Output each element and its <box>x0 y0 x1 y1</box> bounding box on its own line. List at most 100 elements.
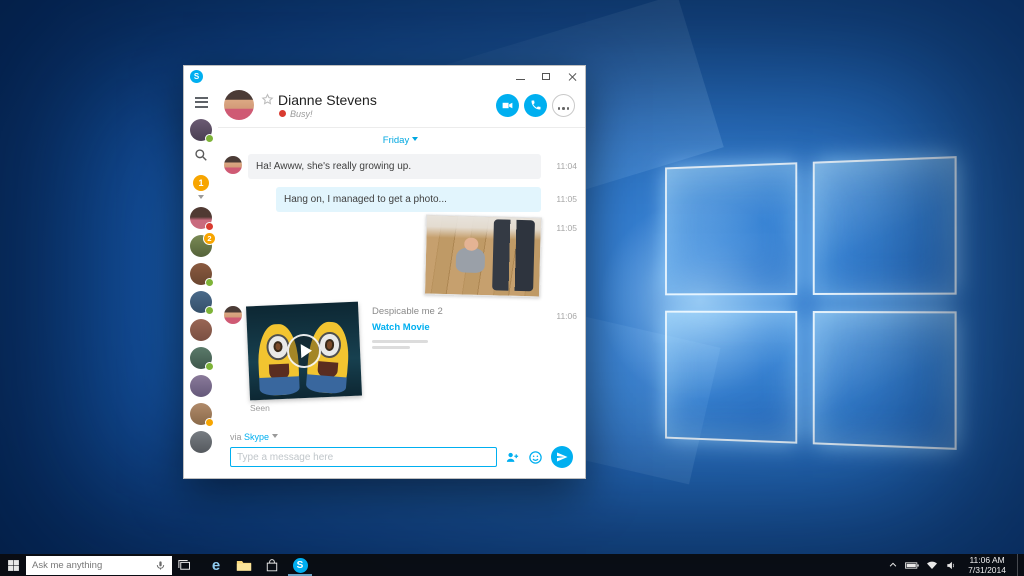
via-selector[interactable]: via Skype <box>218 430 585 445</box>
video-camera-icon <box>501 99 514 112</box>
close-button[interactable] <box>559 66 585 86</box>
skype-window: S 1 <box>183 65 586 479</box>
taskbar-apps: e S <box>204 554 312 576</box>
volume-indicator[interactable] <box>945 560 957 571</box>
maximize-button[interactable] <box>533 66 559 86</box>
message-bubble: Ha! Awww, she's really growing up. <box>248 154 541 179</box>
message-input[interactable] <box>230 447 497 467</box>
more-options-button[interactable] <box>552 94 575 117</box>
contact-avatar-selected[interactable] <box>190 207 212 229</box>
video-call-button[interactable] <box>496 94 519 117</box>
taskbar-file-explorer-icon[interactable] <box>232 554 256 576</box>
clock-date: 7/31/2014 <box>968 565 1006 575</box>
via-service: Skype <box>244 432 269 442</box>
contact-avatar[interactable] <box>224 156 242 174</box>
add-participant-button[interactable] <box>505 450 520 465</box>
windows-logo-pane <box>813 156 957 295</box>
search-button[interactable] <box>194 148 208 167</box>
send-button[interactable] <box>551 446 573 468</box>
menu-button[interactable] <box>195 90 208 116</box>
contact-identity: Dianne Stevens Busy! <box>261 92 377 119</box>
shared-photo[interactable] <box>424 214 542 297</box>
contact-avatar[interactable] <box>190 431 212 453</box>
unread-count-badge[interactable]: 1 <box>193 175 209 191</box>
taskbar-edge-icon[interactable]: e <box>204 554 228 576</box>
media-card-info: Despicable me 2 Watch Movie <box>372 304 443 413</box>
conversation-header: Dianne Stevens Busy! <box>218 86 585 128</box>
phone-icon <box>530 99 542 111</box>
show-desktop-button[interactable] <box>1017 554 1022 576</box>
contact-avatar[interactable] <box>190 319 212 341</box>
conversation-panel: Dianne Stevens Busy! <box>218 86 585 478</box>
chevron-down-icon[interactable] <box>198 195 204 202</box>
message-timestamp: 11:05 <box>549 223 577 233</box>
call-actions <box>496 94 575 117</box>
taskbar-store-icon[interactable] <box>260 554 284 576</box>
emoticon-button[interactable] <box>528 450 543 465</box>
window-titlebar[interactable]: S <box>184 66 585 86</box>
favorite-star-icon[interactable] <box>261 93 274 106</box>
windows-logo-pane <box>813 311 957 450</box>
contact-avatar[interactable] <box>190 403 212 425</box>
date-divider[interactable]: Friday <box>224 135 577 146</box>
chevron-up-icon <box>888 560 898 570</box>
wifi-icon <box>926 560 938 570</box>
status-available-badge <box>205 134 214 143</box>
add-person-icon <box>505 450 520 465</box>
contact-avatar[interactable] <box>190 263 212 285</box>
skype-logo-letter: S <box>194 72 199 81</box>
microphone-icon[interactable] <box>155 559 166 572</box>
composer <box>218 445 585 478</box>
contact-avatar[interactable]: 2 <box>190 235 212 257</box>
battery-indicator[interactable] <box>905 561 919 570</box>
search-placeholder: Ask me anything <box>32 560 155 571</box>
video-thumbnail[interactable] <box>246 302 362 401</box>
tray-expand-button[interactable] <box>888 560 898 570</box>
status-away-badge <box>205 418 214 427</box>
battery-icon <box>905 561 919 570</box>
skype-letter: S <box>297 560 304 571</box>
contact-status: Busy! <box>261 109 377 119</box>
self-avatar[interactable] <box>190 119 212 141</box>
chevron-down-icon <box>412 137 418 144</box>
photo-figure <box>455 247 485 273</box>
maximize-icon <box>542 73 550 80</box>
contact-name: Dianne Stevens <box>278 92 377 108</box>
contact-avatar[interactable] <box>190 291 212 313</box>
contact-avatar[interactable] <box>190 347 212 369</box>
minimize-button[interactable] <box>507 66 533 86</box>
folder-icon <box>236 559 252 572</box>
network-indicator[interactable] <box>926 560 938 570</box>
voice-call-button[interactable] <box>524 94 547 117</box>
message-timestamp: 11:04 <box>549 161 577 171</box>
taskbar-clock[interactable]: 11:06 AM 7/31/2014 <box>964 555 1010 575</box>
windows-logo <box>665 156 957 450</box>
contact-avatar[interactable] <box>190 375 212 397</box>
task-view-button[interactable] <box>172 554 196 576</box>
minimize-icon <box>516 79 525 80</box>
caption-buttons <box>507 66 585 86</box>
status-busy-badge <box>205 222 214 231</box>
status-text: Busy! <box>290 109 313 119</box>
watch-movie-link[interactable]: Watch Movie <box>372 322 430 333</box>
message-timestamp: 11:06 <box>549 311 577 321</box>
close-icon <box>568 72 577 81</box>
contact-avatar[interactable] <box>224 90 254 120</box>
skype-logo-icon: S <box>190 70 203 83</box>
windows-start-icon <box>7 559 20 572</box>
status-available-badge <box>205 278 214 287</box>
ellipsis-icon <box>557 98 571 113</box>
media-card-title: Despicable me 2 <box>372 306 443 317</box>
message-list: Friday Ha! Awww, she's really growing up… <box>218 128 585 430</box>
taskbar-search-box[interactable]: Ask me anything <box>26 556 172 575</box>
send-plane-icon <box>556 451 568 463</box>
busy-status-icon <box>279 110 286 117</box>
message-bubble: Hang on, I managed to get a photo... <box>276 187 541 212</box>
smiley-icon <box>528 450 543 465</box>
contact-avatar[interactable] <box>224 306 242 324</box>
desktop: S 1 <box>0 0 1024 576</box>
start-button[interactable] <box>0 554 26 576</box>
card-meta-line <box>372 346 410 349</box>
taskbar-skype-icon[interactable]: S <box>288 554 312 576</box>
photo-figure <box>492 219 535 292</box>
